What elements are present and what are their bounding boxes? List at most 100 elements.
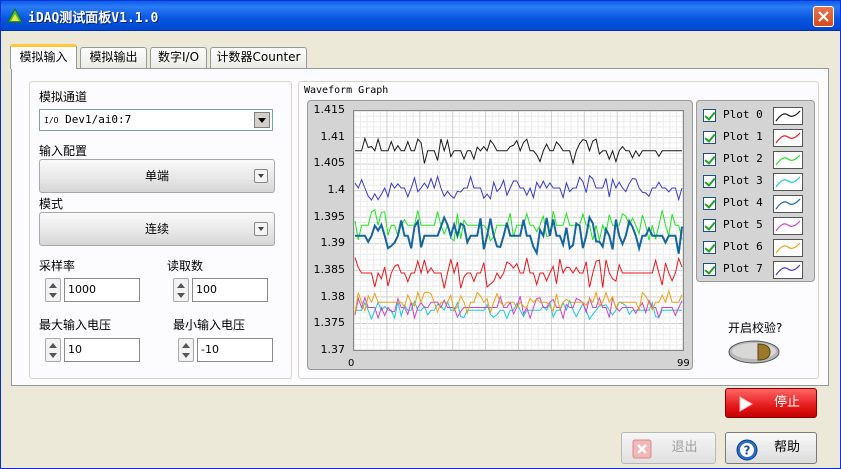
help-button[interactable]: ? 帮助 [725,432,817,464]
legend-checkbox[interactable] [703,197,716,210]
help-label: 帮助 [773,440,800,455]
legend-item[interactable]: Plot 4 [703,195,811,213]
input-config-label: 输入配置 [39,144,88,158]
legend-label: Plot 5 [723,218,763,231]
y-tick-label: 1.37 [320,343,346,356]
x-tick-max: 99 [677,358,690,369]
max-voltage-input[interactable]: 10 [64,338,140,362]
y-tick-label: 1.415 [313,103,346,116]
tab-analog-output[interactable]: 模拟输出 [80,47,147,68]
exit-x-icon [632,439,652,459]
legend-swatch-icon[interactable] [773,261,803,279]
exit-label: 退出 [671,440,698,455]
read-count-stepper[interactable] [173,278,189,302]
legend-label: Plot 2 [723,152,763,165]
channel-value-text: Dev1/ai0:7 [65,113,132,126]
max-voltage-control: 10 [45,338,141,362]
legend-label: Plot 3 [723,174,763,187]
read-count-control: 100 [173,278,269,302]
legend-checkbox[interactable] [703,109,716,122]
legend-swatch-icon[interactable] [773,217,803,235]
increment-icon[interactable] [49,343,57,348]
legend-checkbox[interactable] [703,175,716,188]
legend-checkbox[interactable] [703,241,716,254]
legend-checkbox[interactable] [703,263,716,276]
toggle-switch-icon [728,340,780,364]
legend-checkbox[interactable] [703,153,716,166]
io-prefix-icon: I/O [44,116,59,125]
decrement-icon[interactable] [49,293,57,298]
channel-select[interactable]: I/O Dev1/ai0:7 [39,109,273,131]
svg-text:?: ? [744,444,751,458]
legend-label: Plot 7 [723,262,763,275]
max-voltage-stepper[interactable] [45,338,61,362]
stop-label: 停止 [773,395,800,410]
legend-label: Plot 6 [723,240,763,253]
legend-swatch-icon[interactable] [773,173,803,191]
legend-swatch-icon[interactable] [773,195,803,213]
sample-rate-input[interactable]: 1000 [64,278,140,302]
plot-legend: Plot 0 Plot 1 Plot 2 Plot 3 Plot 4 Plot 5 Plot… [696,100,815,282]
increment-icon[interactable] [49,283,57,288]
graph-title: Waveform Graph [304,85,389,96]
y-tick-label: 1.38 [320,289,346,303]
legend-item[interactable]: Plot 6 [703,239,811,257]
legend-item[interactable]: Plot 1 [703,129,811,147]
legend-checkbox[interactable] [703,219,716,232]
increment-icon[interactable] [182,343,190,348]
legend-swatch-icon[interactable] [773,107,803,125]
waveform-plot [353,110,684,351]
window-title: iDAQ测试面板V1.1.0 [28,11,159,26]
sample-rate-control: 1000 [45,278,141,302]
y-tick-label: 1.385 [313,263,346,276]
dropdown-icon [254,222,268,236]
min-voltage-stepper[interactable] [178,338,194,362]
mode-select[interactable]: 连续 [39,212,275,246]
read-count-label: 读取数 [167,259,204,273]
min-voltage-control: -10 [178,338,274,362]
tab-digital-io[interactable]: 数字I/O [150,47,207,68]
y-tick-label: 1.395 [313,209,346,223]
decrement-icon[interactable] [177,293,185,298]
max-voltage-label: 最大输入电压 [39,318,112,332]
decrement-icon[interactable] [49,353,57,358]
legend-swatch-icon[interactable] [773,151,803,169]
legend-item[interactable]: Plot 2 [703,151,811,169]
close-icon [818,11,829,22]
legend-checkbox[interactable] [703,131,716,144]
legend-swatch-icon[interactable] [773,239,803,257]
legend-item[interactable]: Plot 7 [703,261,811,279]
legend-item[interactable]: Plot 5 [703,217,811,235]
sample-rate-stepper[interactable] [45,278,61,302]
input-config-select[interactable]: 单端 [39,159,275,193]
legend-swatch-icon[interactable] [773,129,803,147]
min-voltage-label: 最小输入电压 [173,318,246,332]
chevron-down-icon[interactable] [254,112,270,128]
tab-counter[interactable]: 计数器Counter [210,47,307,68]
y-tick-label: 1.375 [313,316,346,330]
decrement-icon[interactable] [182,353,190,358]
plot-area[interactable] [353,110,684,351]
exit-button[interactable]: 退出 [621,432,716,464]
legend-item[interactable]: Plot 0 [703,107,811,125]
verify-label: 开启校验? [728,321,783,335]
read-count-input[interactable]: 100 [192,278,268,302]
tab-analog-input[interactable]: 模拟输入 [10,44,77,69]
legend-item[interactable]: Plot 3 [703,173,811,191]
help-icon: ? [736,439,758,461]
legend-label: Plot 0 [723,108,763,121]
y-tick-label: 1.405 [313,156,346,170]
stop-button[interactable]: 停止 [725,388,817,418]
title-bar[interactable]: iDAQ测试面板V1.1.0 [1,1,840,31]
mode-label: 模式 [39,197,64,211]
mode-value: 连续 [144,222,169,236]
increment-icon[interactable] [177,283,185,288]
y-tick-label: 1.39 [320,236,346,250]
verify-toggle[interactable] [728,340,780,364]
channel-label: 模拟通道 [39,90,88,104]
y-tick-label: 1.4 [327,183,346,196]
y-tick-label: 1.41 [320,129,346,143]
min-voltage-input[interactable]: -10 [197,338,273,362]
dropdown-icon [254,169,268,183]
close-button[interactable] [813,6,834,27]
